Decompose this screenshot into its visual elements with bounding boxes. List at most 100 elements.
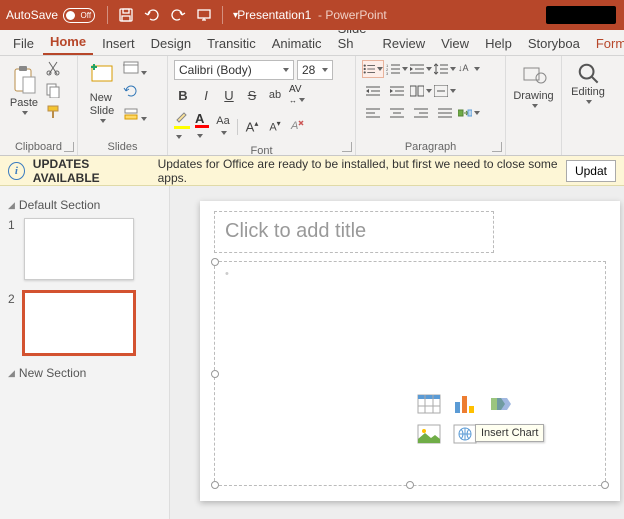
clear-formatting-button[interactable]: A [289, 117, 305, 136]
start-from-beginning-icon[interactable] [196, 7, 212, 23]
reset-button[interactable] [123, 83, 147, 102]
save-icon[interactable] [118, 7, 134, 23]
font-color-button[interactable]: A [195, 111, 209, 142]
bullets-button[interactable] [362, 60, 384, 78]
indent-more-button[interactable] [410, 60, 432, 78]
quick-access-toolbar: ▾ [107, 6, 238, 24]
smartart-button[interactable] [458, 104, 480, 122]
slide-editor[interactable]: Click to add title Insert Chart [170, 186, 624, 519]
picture-icon [417, 424, 441, 444]
columns-button[interactable] [410, 82, 432, 100]
tab-file[interactable]: File [6, 31, 41, 55]
shadow-button[interactable]: ab [266, 89, 284, 101]
smartart-insert-icon [489, 394, 513, 414]
handle-se[interactable] [601, 481, 609, 489]
section-default[interactable]: ◢ Default Section [8, 198, 161, 212]
underline-button[interactable]: U [220, 88, 238, 103]
editing-button[interactable]: Editing [568, 60, 608, 106]
align-center-button[interactable] [386, 104, 408, 122]
align-left-button[interactable] [362, 104, 384, 122]
thumb-slide-1[interactable] [24, 218, 134, 280]
workspace: ◢ Default Section 1 2 ◢ New Section Clic… [0, 186, 624, 519]
grow-font-button[interactable]: A▴ [243, 119, 261, 134]
undo-icon[interactable] [144, 7, 160, 23]
change-case-button[interactable]: Aa [214, 115, 232, 139]
tab-insert[interactable]: Insert [95, 31, 142, 55]
cut-icon[interactable] [45, 60, 61, 76]
content-placeholder[interactable]: Insert Chart [214, 261, 606, 486]
format-painter-icon[interactable] [45, 104, 61, 120]
align-text-button[interactable] [434, 82, 456, 100]
drawing-button[interactable]: Drawing [512, 60, 555, 110]
line-spacing-button[interactable] [434, 60, 456, 78]
indent-icon [410, 63, 424, 75]
decrease-indent-button[interactable] [362, 82, 384, 100]
justify-button[interactable] [434, 104, 456, 122]
group-paragraph: 123 ↓A Paragraph [356, 56, 506, 155]
bold-button[interactable]: B [174, 88, 192, 103]
columns-icon [410, 85, 424, 97]
group-label-clipboard: Clipboard [6, 139, 71, 153]
handle-w[interactable] [211, 370, 219, 378]
thumbnail-2[interactable]: 2 [8, 292, 161, 354]
section-icon [123, 106, 139, 122]
align-center-icon [390, 107, 404, 119]
insert-picture-button[interactable] [415, 422, 443, 446]
svg-text:↓A: ↓A [458, 63, 469, 73]
increase-indent-button[interactable] [386, 82, 408, 100]
tab-view[interactable]: View [434, 31, 476, 55]
font-launcher[interactable] [342, 142, 352, 152]
handle-nw[interactable] [211, 258, 219, 266]
update-button[interactable]: Updat [566, 160, 616, 182]
new-slide-button[interactable]: New Slide [84, 60, 120, 124]
thumb-slide-2[interactable] [24, 292, 134, 354]
slide-thumbnail-pane[interactable]: ◢ Default Section 1 2 ◢ New Section [0, 186, 170, 519]
font-size-combo[interactable]: 28 [297, 60, 333, 80]
tab-home[interactable]: Home [43, 29, 93, 55]
insert-chart-tooltip: Insert Chart [475, 424, 544, 442]
thumbnail-1[interactable]: 1 [8, 218, 161, 280]
clipboard-launcher[interactable] [64, 142, 74, 152]
tab-animations[interactable]: Animatic [265, 31, 329, 55]
font-name-combo[interactable]: Calibri (Body) [174, 60, 294, 80]
tab-transitions[interactable]: Transitic [200, 31, 263, 55]
paste-button[interactable]: Paste [6, 63, 42, 117]
numbering-button[interactable]: 123 [386, 60, 408, 78]
account-block[interactable] [546, 6, 616, 24]
tab-format[interactable]: Format [589, 31, 624, 55]
highlight-color-button[interactable] [174, 110, 190, 143]
italic-button[interactable]: I [197, 88, 215, 103]
insert-table-button[interactable] [415, 392, 443, 416]
group-label-font: Font [174, 143, 349, 157]
char-spacing-button[interactable]: AV↔ [289, 84, 305, 106]
handle-s[interactable] [406, 481, 414, 489]
autosave-toggle[interactable]: Off [63, 8, 95, 23]
title-placeholder[interactable]: Click to add title [214, 211, 494, 253]
smartart-icon [458, 107, 472, 119]
redo-icon[interactable] [170, 7, 186, 23]
slide-canvas[interactable]: Click to add title Insert Chart [200, 201, 620, 501]
section-new[interactable]: ◢ New Section [8, 366, 161, 380]
tab-design[interactable]: Design [144, 31, 198, 55]
shrink-font-button[interactable]: A▾ [266, 119, 284, 134]
tab-help[interactable]: Help [478, 31, 519, 55]
layout-button[interactable] [123, 60, 147, 79]
autosave-control[interactable]: AutoSave Off [6, 8, 95, 23]
drawing-icon [521, 62, 547, 88]
notification-message: Updates for Office are ready to be insta… [158, 157, 558, 185]
tab-review[interactable]: Review [375, 31, 432, 55]
section-button[interactable] [123, 106, 147, 125]
copy-icon[interactable] [45, 82, 61, 98]
insert-chart-button[interactable] [451, 392, 479, 416]
align-right-button[interactable] [410, 104, 432, 122]
paragraph-launcher[interactable] [492, 142, 502, 152]
text-direction-button[interactable]: ↓A [458, 60, 480, 78]
clear-format-icon: A [289, 117, 305, 133]
insert-smartart-button[interactable] [487, 392, 515, 416]
tab-storyboard[interactable]: Storyboa [521, 31, 587, 55]
numbering-icon: 123 [386, 63, 400, 75]
handle-sw[interactable] [211, 481, 219, 489]
align-left-icon [366, 107, 380, 119]
group-label-slides: Slides [84, 139, 161, 153]
strike-button[interactable]: S [243, 88, 261, 103]
